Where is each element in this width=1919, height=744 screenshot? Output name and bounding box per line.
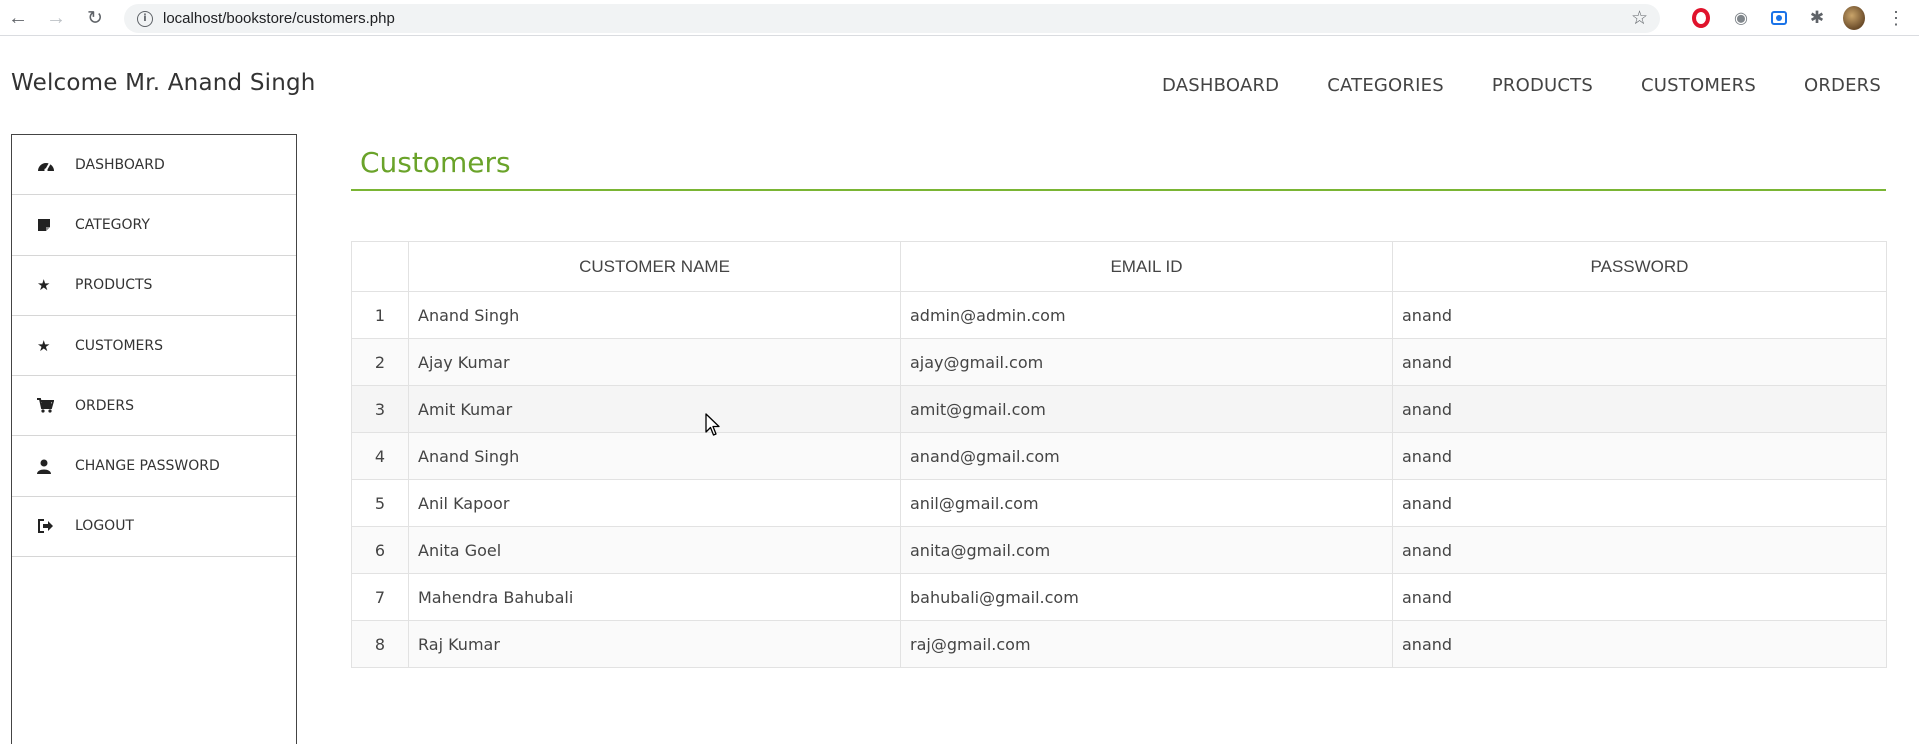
profile-avatar[interactable] [1843, 6, 1865, 30]
sidebar-item-customers[interactable]: ★ CUSTOMERS [12, 316, 296, 377]
table-row: 8 Raj Kumar raj@gmail.com anand [351, 620, 1887, 668]
email-cell: anand@gmail.com [900, 432, 1393, 480]
customer-name-cell: Ajay Kumar [408, 338, 901, 386]
title-divider [351, 189, 1886, 191]
nav-dashboard[interactable]: DASHBOARD [1162, 75, 1279, 96]
welcome-message: Welcome Mr. Anand Singh [11, 70, 316, 96]
customer-name-cell: Anil Kapoor [408, 479, 901, 527]
cart-icon [37, 398, 59, 413]
bookmark-star-icon[interactable]: ☆ [1631, 7, 1648, 30]
opera-extension-icon[interactable] [1690, 7, 1712, 29]
forward-arrow-icon[interactable]: → [44, 6, 68, 30]
sidebar-item-label: DASHBOARD [75, 156, 165, 173]
row-index: 1 [351, 291, 409, 339]
email-cell: admin@admin.com [900, 291, 1393, 339]
password-cell: anand [1392, 291, 1887, 339]
customers-table: CUSTOMER NAME EMAIL ID PASSWORD 1 Anand … [351, 241, 1887, 668]
row-index: 7 [351, 573, 409, 621]
password-cell: anand [1392, 479, 1887, 527]
camera-extension-icon[interactable]: ◉ [1730, 7, 1752, 29]
table-row: 4 Anand Singh anand@gmail.com anand [351, 432, 1887, 480]
row-index: 3 [351, 385, 409, 433]
star-icon: ★ [37, 277, 51, 295]
row-index: 2 [351, 338, 409, 386]
column-header-password: PASSWORD [1392, 241, 1887, 292]
dashboard-icon [37, 158, 59, 172]
email-cell: ajay@gmail.com [900, 338, 1393, 386]
url-text[interactable]: localhost/bookstore/customers.php [163, 10, 395, 27]
table-row: 3 Amit Kumar amit@gmail.com anand [351, 385, 1887, 433]
browser-menu-icon[interactable]: ⋮ [1885, 7, 1907, 29]
password-cell: anand [1392, 338, 1887, 386]
table-header-row: CUSTOMER NAME EMAIL ID PASSWORD [351, 241, 1887, 292]
sidebar-item-logout[interactable]: LOGOUT [12, 497, 296, 558]
sidebar-item-label: CHANGE PASSWORD [75, 458, 220, 475]
nav-orders[interactable]: ORDERS [1804, 75, 1881, 96]
email-cell: bahubali@gmail.com [900, 573, 1393, 621]
address-bar[interactable]: i localhost/bookstore/customers.php ☆ [124, 4, 1660, 33]
email-cell: anil@gmail.com [900, 479, 1393, 527]
reload-icon[interactable]: ↻ [83, 6, 107, 30]
row-index: 4 [351, 432, 409, 480]
table-row: 1 Anand Singh admin@admin.com anand [351, 291, 1887, 339]
customer-name-cell: Anita Goel [408, 526, 901, 574]
category-icon [37, 218, 59, 232]
user-icon [37, 459, 59, 474]
email-cell: raj@gmail.com [900, 620, 1393, 668]
sidebar-item-dashboard[interactable]: DASHBOARD [12, 135, 296, 196]
sidebar-item-label: LOGOUT [75, 518, 134, 535]
email-cell: anita@gmail.com [900, 526, 1393, 574]
table-row: 6 Anita Goel anita@gmail.com anand [351, 526, 1887, 574]
back-arrow-icon[interactable]: ← [6, 6, 30, 30]
table-row: 7 Mahendra Bahubali bahubali@gmail.com a… [351, 573, 1887, 621]
column-header-customer-name: CUSTOMER NAME [408, 241, 901, 292]
customer-name-cell: Anand Singh [408, 432, 901, 480]
browser-toolbar: ← → ↻ i localhost/bookstore/customers.ph… [0, 0, 1919, 36]
star-icon: ★ [37, 337, 51, 355]
row-index: 6 [351, 526, 409, 574]
extensions-puzzle-icon[interactable]: ✱ [1806, 7, 1828, 29]
table-row: 2 Ajay Kumar ajay@gmail.com anand [351, 338, 1887, 386]
nav-categories[interactable]: CATEGORIES [1327, 75, 1444, 96]
password-cell: anand [1392, 385, 1887, 433]
sidebar-item-orders[interactable]: ORDERS [12, 376, 296, 437]
row-index: 8 [351, 620, 409, 668]
column-header-index [351, 241, 409, 292]
customer-name-cell: Amit Kumar [408, 385, 901, 433]
sidebar: DASHBOARD CATEGORY ★ PRODUCTS ★ CUSTOMER… [11, 134, 297, 744]
email-cell: amit@gmail.com [900, 385, 1393, 433]
password-cell: anand [1392, 573, 1887, 621]
logout-icon [37, 519, 59, 534]
customer-name-cell: Anand Singh [408, 291, 901, 339]
password-cell: anand [1392, 526, 1887, 574]
info-icon[interactable]: i [137, 10, 153, 27]
sidebar-item-label: CATEGORY [75, 216, 150, 233]
page-title: Customers [360, 146, 511, 179]
screen-recorder-extension-icon[interactable] [1768, 7, 1790, 29]
row-index: 5 [351, 479, 409, 527]
password-cell: anand [1392, 432, 1887, 480]
customer-name-cell: Raj Kumar [408, 620, 901, 668]
customer-name-cell: Mahendra Bahubali [408, 573, 901, 621]
sidebar-item-products[interactable]: ★ PRODUCTS [12, 256, 296, 316]
sidebar-item-label: PRODUCTS [75, 277, 153, 294]
sidebar-item-change-password[interactable]: CHANGE PASSWORD [12, 436, 296, 497]
nav-products[interactable]: PRODUCTS [1492, 75, 1593, 96]
table-row: 5 Anil Kapoor anil@gmail.com anand [351, 479, 1887, 527]
sidebar-item-label: ORDERS [75, 397, 134, 414]
sidebar-item-category[interactable]: CATEGORY [12, 195, 296, 256]
nav-customers[interactable]: CUSTOMERS [1641, 75, 1756, 96]
password-cell: anand [1392, 620, 1887, 668]
customers-table-container: CUSTOMER NAME EMAIL ID PASSWORD 1 Anand … [351, 241, 1887, 668]
column-header-email-id: EMAIL ID [900, 241, 1393, 292]
top-navigation: DASHBOARD CATEGORIES PRODUCTS CUSTOMERS … [1162, 75, 1881, 96]
sidebar-item-label: CUSTOMERS [75, 337, 164, 354]
